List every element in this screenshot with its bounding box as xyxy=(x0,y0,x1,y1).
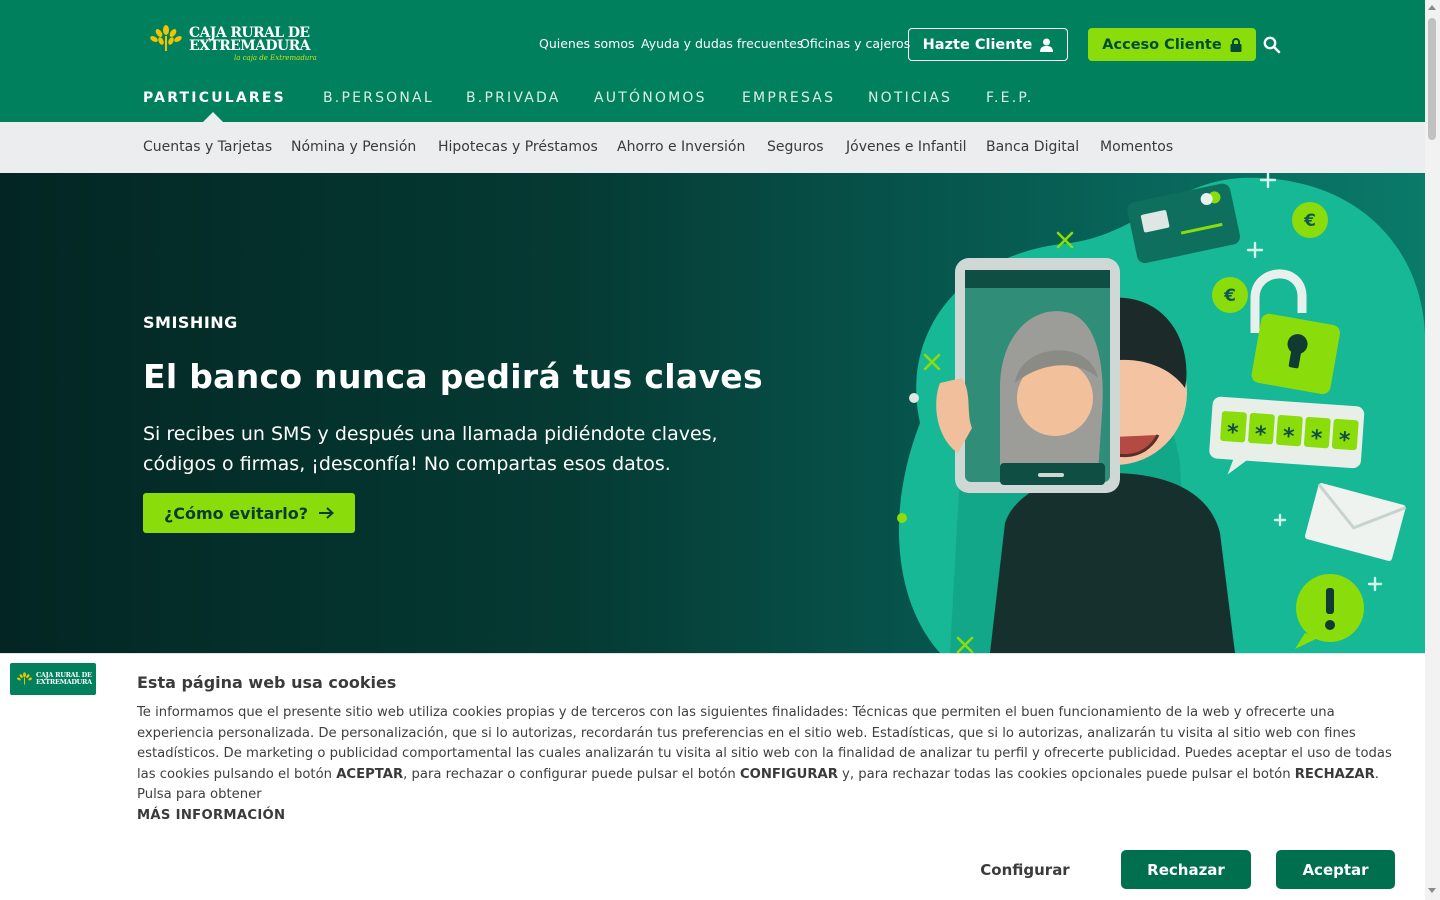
acceso-cliente-button[interactable]: Acceso Cliente xyxy=(1088,28,1256,61)
svg-text:€: € xyxy=(1223,286,1236,306)
link-quienes-somos[interactable]: Quienes somos xyxy=(539,36,635,51)
subnav-seguros[interactable]: Seguros xyxy=(767,139,824,155)
user-icon xyxy=(1040,38,1054,52)
nav-particulares[interactable]: PARTICULARES xyxy=(143,90,286,106)
subnav-hipotecas[interactable]: Hipotecas y Préstamos xyxy=(438,139,598,155)
password-char: * xyxy=(1226,420,1240,446)
link-oficinas[interactable]: Oficinas y cajeros xyxy=(800,36,910,51)
link-ayuda[interactable]: Ayuda y dudas frecuentes xyxy=(641,36,803,51)
nav-bprivada[interactable]: B.PRIVADA xyxy=(466,90,561,106)
cookie-title: Esta página web usa cookies xyxy=(137,673,397,692)
subnav-momentos[interactable]: Momentos xyxy=(1100,139,1173,155)
configurar-button[interactable]: Configurar xyxy=(960,851,1090,889)
hero-eyebrow: SMISHING xyxy=(143,313,238,332)
mas-informacion-link[interactable]: MÁS INFORMACIÓN xyxy=(137,808,285,823)
rechazar-button[interactable]: Rechazar xyxy=(1121,850,1251,889)
scroll-up-icon[interactable] xyxy=(1428,5,1436,10)
hero-description: Si recibes un SMS y después una llamada … xyxy=(143,423,718,475)
password-char: * xyxy=(1282,424,1296,450)
nav-bpersonal[interactable]: B.PERSONAL xyxy=(323,90,434,106)
scroll-down-icon[interactable] xyxy=(1428,888,1436,893)
subnav-banca-digital[interactable]: Banca Digital xyxy=(986,139,1079,155)
nav-autonomos[interactable]: AUTÓNOMOS xyxy=(594,90,707,106)
aceptar-button[interactable]: Aceptar xyxy=(1276,850,1395,889)
cookie-text-part: , para rechazar o configurar puede pulsa… xyxy=(403,766,740,782)
nav-fep[interactable]: F.E.P. xyxy=(986,90,1033,106)
keyword-rechazar: RECHAZAR xyxy=(1294,766,1375,782)
subnav-jovenes[interactable]: Jóvenes e Infantil xyxy=(846,139,967,155)
svg-text:€: € xyxy=(1303,211,1316,231)
hero-title: El banco nunca pedirá tus claves xyxy=(143,357,763,396)
password-char: * xyxy=(1338,428,1352,454)
subnav-ahorro[interactable]: Ahorro e Inversión xyxy=(617,139,745,155)
smishing-illustration: € € * * * * * xyxy=(897,173,1425,653)
nav-empresas[interactable]: EMPRESAS xyxy=(742,90,835,106)
brand-logo[interactable]: CAJA RURAL DE EXTREMADURA la caja de Ext… xyxy=(148,20,318,68)
password-char: * xyxy=(1254,422,1268,448)
search-icon[interactable] xyxy=(1263,36,1281,54)
como-evitarlo-button[interactable]: ¿Cómo evitarlo? xyxy=(143,493,355,533)
scrollbar-thumb[interactable] xyxy=(1428,18,1436,140)
subnav-cuentas[interactable]: Cuentas y Tarjetas xyxy=(143,139,272,155)
keyword-aceptar: ACEPTAR xyxy=(336,766,404,782)
subnav-nomina[interactable]: Nómina y Pensión xyxy=(291,139,416,155)
brand-name-line2: EXTREMADURA xyxy=(189,38,310,54)
nav-noticias[interactable]: NOTICIAS xyxy=(868,90,952,106)
lock-icon xyxy=(1230,37,1242,52)
wheat-logo-icon xyxy=(17,672,32,685)
cookie-brand-logo: CAJA RURAL DE EXTREMADURA xyxy=(10,663,96,695)
hazte-cliente-label: Hazte Cliente xyxy=(922,36,1033,53)
password-char: * xyxy=(1310,426,1324,452)
keyword-configurar: CONFIGURAR xyxy=(739,766,838,782)
wheat-logo-icon xyxy=(150,25,182,51)
como-evitarlo-label: ¿Cómo evitarlo? xyxy=(163,503,309,523)
cookie-logo-line2: EXTREMADURA xyxy=(36,678,92,686)
brand-tagline: la caja de Extremadura xyxy=(234,54,317,62)
cookie-text: Te informamos que el presente sitio web … xyxy=(137,703,1407,826)
active-nav-indicator xyxy=(203,112,223,122)
arrow-right-icon xyxy=(319,507,335,519)
hazte-cliente-button[interactable]: Hazte Cliente xyxy=(908,28,1068,61)
acceso-cliente-label: Acceso Cliente xyxy=(1102,36,1222,53)
cookie-text-part: y, para rechazar todas las cookies opcio… xyxy=(837,766,1295,782)
